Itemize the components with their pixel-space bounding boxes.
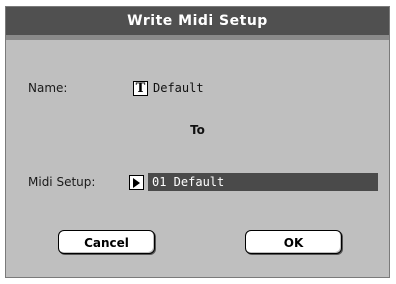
text-edit-glyph: T <box>135 81 146 96</box>
text-edit-icon[interactable]: T <box>133 81 148 96</box>
midi-setup-label: Midi Setup: <box>28 175 96 189</box>
triangle-right-icon[interactable] <box>129 175 144 190</box>
midi-setup-select[interactable]: 01 Default <box>148 173 378 191</box>
dialog-title: Write Midi Setup <box>6 7 389 40</box>
cancel-button[interactable]: Cancel <box>58 230 155 254</box>
triangle-right-glyph <box>133 177 140 188</box>
name-label: Name: <box>28 81 68 95</box>
name-value: Default <box>153 81 204 95</box>
ok-button[interactable]: OK <box>245 230 342 254</box>
to-label: To <box>190 123 205 137</box>
write-midi-setup-dialog: Write Midi Setup Name: T Default To Midi… <box>5 6 390 278</box>
